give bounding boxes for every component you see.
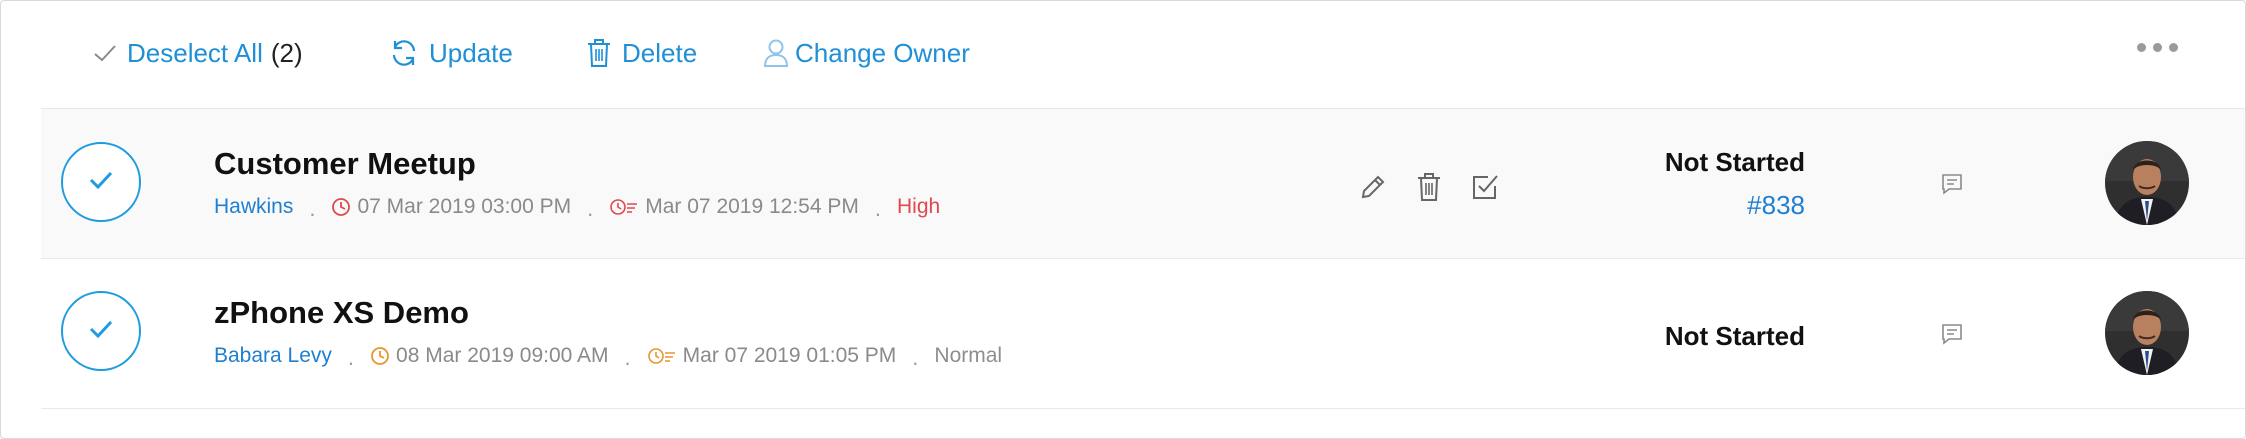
update-button[interactable]: Update [389, 32, 513, 74]
clock-icon [331, 197, 351, 217]
avatar[interactable] [2105, 291, 2189, 375]
selected-count: (2) [270, 37, 303, 68]
comment-icon[interactable] [1941, 323, 1963, 350]
deselect-all-button[interactable]: Deselect All (2) [93, 32, 303, 74]
task-due-date: 08 Mar 2019 09:00 AM [396, 344, 609, 367]
owner-avatar-image [2105, 141, 2189, 225]
delete-button[interactable]: Delete [586, 32, 697, 74]
clock-modified-icon [647, 346, 677, 366]
trash-icon [586, 38, 612, 68]
avatar[interactable] [2105, 141, 2189, 225]
task-due-date: 07 Mar 2019 03:00 PM [357, 195, 572, 218]
task-contact-link[interactable]: Hawkins [214, 195, 293, 219]
row-select-checkbox[interactable] [61, 291, 141, 371]
comment-icon[interactable] [1941, 173, 1963, 200]
clock-icon [370, 346, 390, 366]
clock-modified-icon [609, 197, 639, 217]
ticket-link[interactable]: #838 [1747, 190, 1805, 221]
task-status: Not Started [1664, 147, 1805, 177]
change-owner-button[interactable]: Change Owner [763, 32, 970, 74]
task-status: Not Started [1664, 321, 1805, 351]
checkmark-icon [93, 43, 117, 63]
row-select-checkbox[interactable] [61, 142, 141, 222]
task-title[interactable]: Customer Meetup [214, 146, 476, 182]
checkmark-icon [87, 169, 115, 196]
task-contact-link[interactable]: Babara Levy [214, 344, 332, 368]
user-icon [763, 38, 789, 68]
task-priority: High [897, 195, 941, 218]
task-meta: Babara Levy . 08 Mar 2019 09:00 AM . Mar… [214, 344, 1003, 370]
refresh-icon [389, 38, 419, 68]
change-owner-label: Change Owner [795, 37, 970, 68]
update-label: Update [429, 37, 513, 68]
task-list-panel: Deselect All (2) Update Delete Change Ow… [0, 0, 2246, 439]
more-horizontal-icon[interactable] [2137, 43, 2178, 52]
owner-avatar-image [2105, 291, 2189, 375]
task-modified-date: Mar 07 2019 01:05 PM [682, 344, 897, 367]
task-modified-date: Mar 07 2019 12:54 PM [645, 195, 859, 218]
edit-icon[interactable] [1357, 171, 1389, 203]
complete-icon[interactable] [1469, 171, 1501, 203]
row-hover-actions [1357, 171, 1501, 203]
task-title[interactable]: zPhone XS Demo [214, 295, 469, 331]
checkmark-icon [87, 318, 115, 345]
bulk-action-toolbar: Deselect All (2) Update Delete Change Ow… [1, 1, 2245, 107]
task-row[interactable]: zPhone XS Demo Babara Levy . 08 Mar 2019… [41, 258, 2245, 409]
deselect-all-label: Deselect All [127, 37, 263, 68]
task-meta: Hawkins . 07 Mar 2019 03:00 PM . Mar 07 … [214, 195, 941, 221]
delete-icon[interactable] [1413, 171, 1445, 203]
task-priority: Normal [934, 344, 1003, 367]
delete-label: Delete [622, 37, 698, 68]
task-row[interactable]: Customer Meetup Hawkins . 07 Mar 2019 03… [41, 108, 2245, 258]
